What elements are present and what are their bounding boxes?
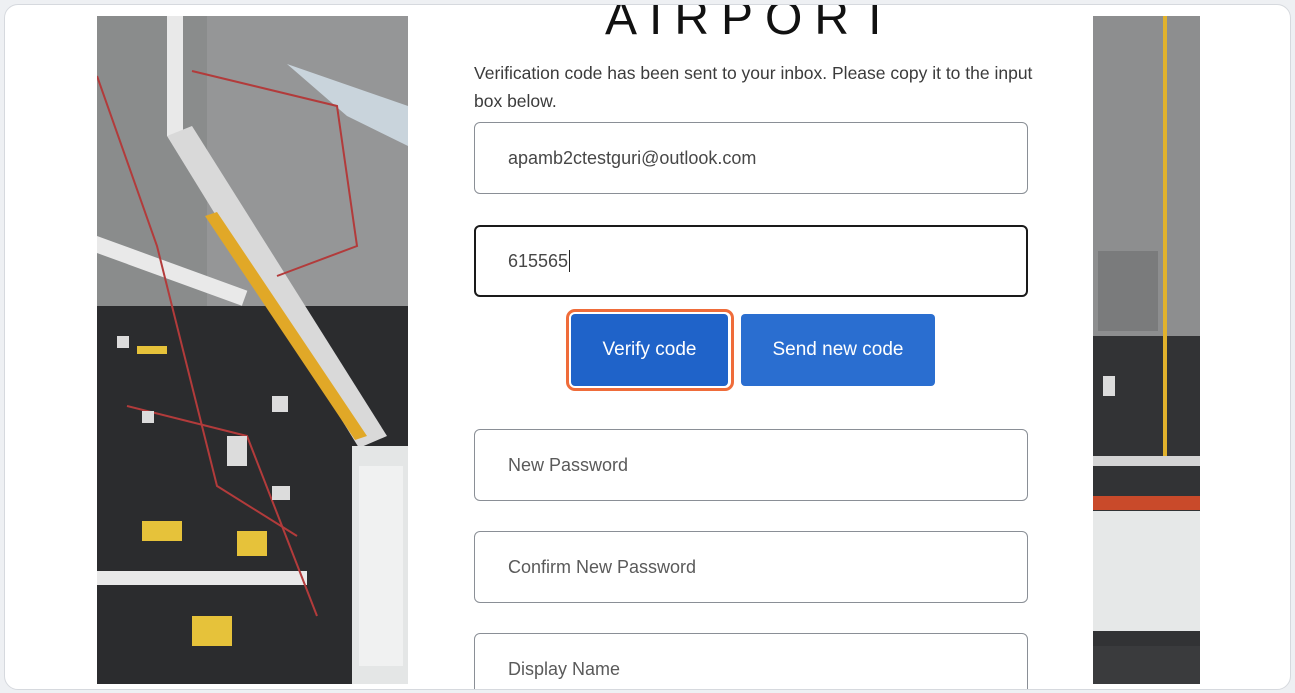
- verify-code-button[interactable]: Verify code: [571, 314, 728, 386]
- verification-instructions: Verification code has been sent to your …: [474, 63, 1033, 111]
- display-name-field[interactable]: Display Name: [474, 633, 1028, 689]
- text-caret: [569, 250, 571, 272]
- email-field[interactable]: apamb2ctestguri@outlook.com: [474, 122, 1028, 194]
- confirm-password-placeholder: Confirm New Password: [508, 556, 697, 577]
- confirm-password-field[interactable]: Confirm New Password: [474, 531, 1028, 603]
- password-reset-form: AIRPORT Verification code has been sent …: [474, 4, 1032, 689]
- aerial-airport-image-right: [1093, 16, 1200, 684]
- aerial-airport-image-left: [97, 16, 408, 684]
- browser-frame: AIRPORT Verification code has been sent …: [4, 4, 1291, 690]
- display-name-placeholder: Display Name: [508, 658, 621, 679]
- send-new-code-button[interactable]: Send new code: [741, 314, 935, 386]
- verification-buttons: Verify code Send new code: [566, 309, 946, 391]
- verification-code-value: 615565: [508, 250, 569, 271]
- verification-code-field[interactable]: 615565: [474, 225, 1028, 297]
- new-password-field[interactable]: New Password: [474, 429, 1028, 501]
- new-password-placeholder: New Password: [508, 454, 629, 475]
- email-field-value: apamb2ctestguri@outlook.com: [508, 147, 757, 168]
- airport-logo: AIRPORT: [605, 4, 902, 45]
